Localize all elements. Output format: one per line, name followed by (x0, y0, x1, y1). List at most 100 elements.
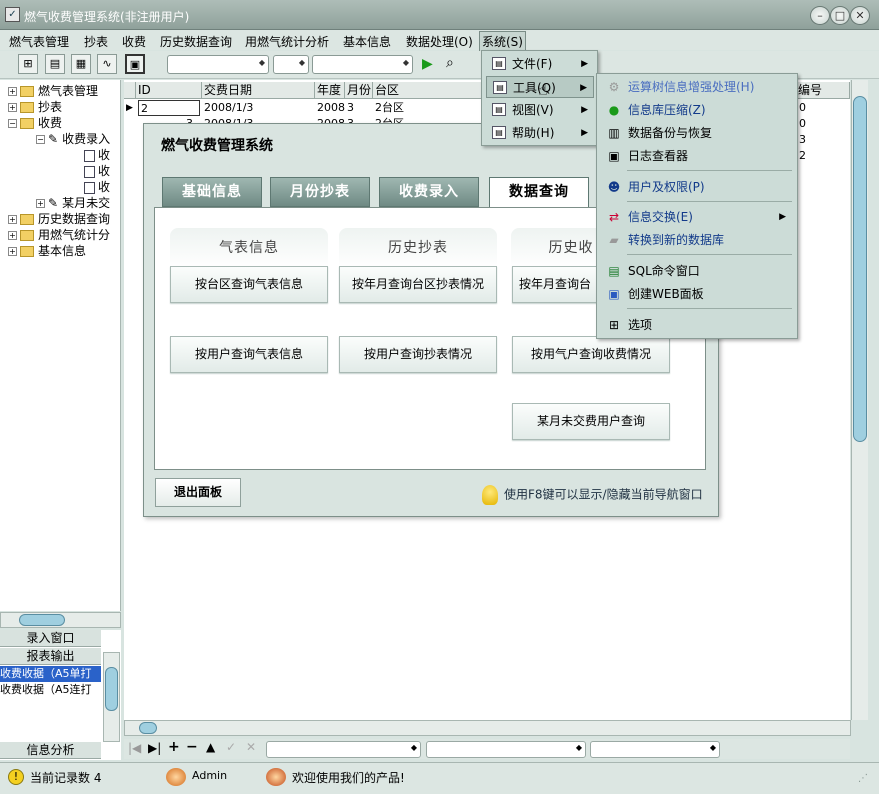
menu-item-switch-database[interactable]: ▰ 转换到新的数据库 (602, 230, 792, 250)
exit-panel-button[interactable]: 退出面板 (155, 478, 241, 507)
tree-horizontal-scrollbar[interactable] (0, 612, 121, 628)
tab-basic-info[interactable]: 基础信息 (162, 177, 262, 207)
check-icon[interactable]: ✓ (226, 740, 236, 754)
delete-record-icon[interactable]: − (186, 739, 198, 755)
chart-icon[interactable]: ∿ (97, 54, 117, 74)
info-analysis-header[interactable]: 信息分析 (0, 742, 101, 759)
grid-cell[interactable]: 2008/1/3 (202, 100, 253, 116)
play-icon[interactable]: ▶ (422, 56, 433, 72)
column-header[interactable]: 年度 (315, 82, 345, 99)
expand-icon[interactable]: + (8, 87, 17, 96)
grid-cell[interactable]: 0 (797, 100, 806, 116)
toolbar-select-2[interactable] (273, 55, 309, 74)
last-record-icon[interactable]: ▶| (148, 741, 161, 755)
add-record-icon[interactable]: + (168, 739, 180, 755)
query-meter-by-area-button[interactable]: 按台区查询气表信息 (170, 266, 328, 303)
tree-item-history[interactable]: + 历史数据查询 (8, 210, 110, 226)
scroll-thumb[interactable] (105, 667, 118, 711)
menu-basic-info[interactable]: 基本信息 (343, 33, 391, 50)
report-scrollbar[interactable] (103, 652, 120, 742)
tree-item-gas-meter[interactable]: + 燃气表管理 (8, 82, 98, 98)
query-meter-by-user-button[interactable]: 按用户查询气表信息 (170, 336, 328, 373)
expand-icon[interactable]: + (8, 215, 17, 224)
column-header[interactable]: ID (136, 82, 202, 99)
tab-monthly-reading[interactable]: 月份抄表 (270, 177, 370, 207)
search-icon[interactable]: ⌕ (446, 55, 454, 71)
menu-item-file[interactable]: ▤ 文件(F) ▶ (486, 53, 594, 75)
expand-icon[interactable]: + (8, 103, 17, 112)
cancel-icon[interactable]: ✕ (246, 740, 256, 754)
grid-cell[interactable]: 3 (345, 100, 354, 116)
menu-gas-meter[interactable]: 燃气表管理 (9, 33, 69, 50)
tree-item-sub-1[interactable]: 收 (84, 146, 110, 162)
first-record-icon[interactable]: |◀ (128, 741, 141, 755)
expand-icon[interactable]: + (36, 199, 45, 208)
grid-view-icon[interactable]: ▤ (45, 54, 65, 74)
menu-item-view[interactable]: ▤ 视图(V) ▶ (486, 99, 594, 121)
menu-statistics[interactable]: 用燃气统计分析 (245, 33, 329, 50)
menu-system[interactable]: 系统(S) (479, 31, 526, 52)
menu-item-create-web-panel[interactable]: ▣ 创建WEB面板 (602, 284, 792, 304)
close-button[interactable]: ✕ (850, 6, 870, 25)
menu-item-compress-db[interactable]: ● 信息库压缩(Z) (602, 100, 792, 120)
column-header[interactable]: 月份 (345, 82, 373, 99)
query-unpaid-users-button[interactable]: 某月未交费用户查询 (512, 403, 670, 440)
tree-item-reading[interactable]: + 抄表 (8, 98, 62, 114)
navigator-select-2[interactable] (426, 741, 586, 758)
column-header[interactable]: 交费日期 (202, 82, 315, 99)
tab-data-query[interactable]: 数据查询 (489, 177, 589, 209)
menu-item-users-permissions[interactable]: ☻ 用户及权限(P) (602, 177, 792, 197)
query-reading-by-user-button[interactable]: 按用户查询抄表情况 (339, 336, 497, 373)
screen-icon[interactable]: ▣ (125, 54, 145, 74)
query-charge-by-user-button[interactable]: 按用气户查询收费情况 (512, 336, 670, 373)
grid-cell[interactable]: 3 (797, 132, 806, 148)
grid-cell[interactable]: 0 (797, 116, 806, 132)
navigator-select-1[interactable] (266, 741, 421, 758)
up-icon[interactable]: ▲ (206, 740, 215, 754)
collapse-icon[interactable]: − (8, 119, 17, 128)
tab-charge-entry[interactable]: 收费录入 (379, 177, 479, 207)
entry-window-header[interactable]: 录入窗口 (0, 630, 101, 647)
resize-grip-icon[interactable]: ⋰ (858, 773, 868, 784)
collapse-icon[interactable]: − (36, 135, 45, 144)
menu-item-help[interactable]: ▤ 帮助(H) ▶ (486, 122, 594, 144)
tree-item-charge[interactable]: − 收费 (8, 114, 62, 130)
toolbar-select-3[interactable] (312, 55, 413, 74)
tree-item-sub-2[interactable]: 收 (84, 162, 110, 178)
grid-vertical-scrollbar[interactable] (851, 80, 868, 720)
tree-toggle-icon[interactable]: ⊞ (18, 54, 38, 74)
menu-item-sql-window[interactable]: ▤ SQL命令窗口 (602, 261, 792, 281)
menu-item-info-exchange[interactable]: ⇄ 信息交换(E) ▶ (602, 207, 792, 227)
menu-data-processing[interactable]: 数据处理(O) (406, 33, 473, 50)
query-area-reading-by-month-button[interactable]: 按年月查询台区抄表情况 (339, 266, 497, 303)
tree-item-charge-entry[interactable]: − ✎ 收费录入 (36, 130, 110, 146)
expand-icon[interactable]: + (8, 231, 17, 240)
grid-cell[interactable]: 2 (138, 100, 200, 116)
scroll-thumb[interactable] (139, 722, 157, 734)
menu-item-tree-enhance[interactable]: ⚙ 运算树信息增强处理(H) (602, 77, 792, 97)
tree-item-sub-3[interactable]: 收 (84, 178, 110, 194)
menu-item-log-viewer[interactable]: ▣ 日志查看器 (602, 146, 792, 166)
grid-cell[interactable]: 2台区 (373, 100, 404, 116)
menu-meter-reading[interactable]: 抄表 (84, 33, 108, 50)
menu-item-options[interactable]: ⊞ 选项 (602, 315, 792, 335)
scroll-thumb[interactable] (853, 96, 867, 442)
document-icon[interactable]: ▦ (71, 54, 91, 74)
grid-cell[interactable]: 2008 (315, 100, 345, 116)
menu-item-backup-restore[interactable]: ▥ 数据备份与恢复 (602, 123, 792, 143)
maximize-button[interactable]: □ (830, 6, 850, 25)
report-item[interactable]: 收费收据（A5连打 (0, 682, 101, 698)
menu-history[interactable]: 历史数据查询 (160, 33, 232, 50)
tree-item-unpaid[interactable]: + ✎ 某月未交 (36, 194, 110, 210)
menu-charge[interactable]: 收费 (122, 33, 146, 50)
toolbar-select-1[interactable] (167, 55, 269, 74)
column-header[interactable]: 台区 (373, 82, 483, 99)
expand-icon[interactable]: + (8, 247, 17, 256)
grid-horizontal-scrollbar[interactable] (124, 720, 851, 736)
tree-item-statistics[interactable]: + 用燃气统计分 (8, 226, 110, 242)
report-output-header[interactable]: 报表输出 (0, 648, 101, 665)
scroll-thumb[interactable] (19, 614, 65, 626)
minimize-button[interactable]: – (810, 6, 830, 25)
report-item[interactable]: 收费收据（A5单打 (0, 666, 101, 682)
navigator-select-3[interactable] (590, 741, 720, 758)
